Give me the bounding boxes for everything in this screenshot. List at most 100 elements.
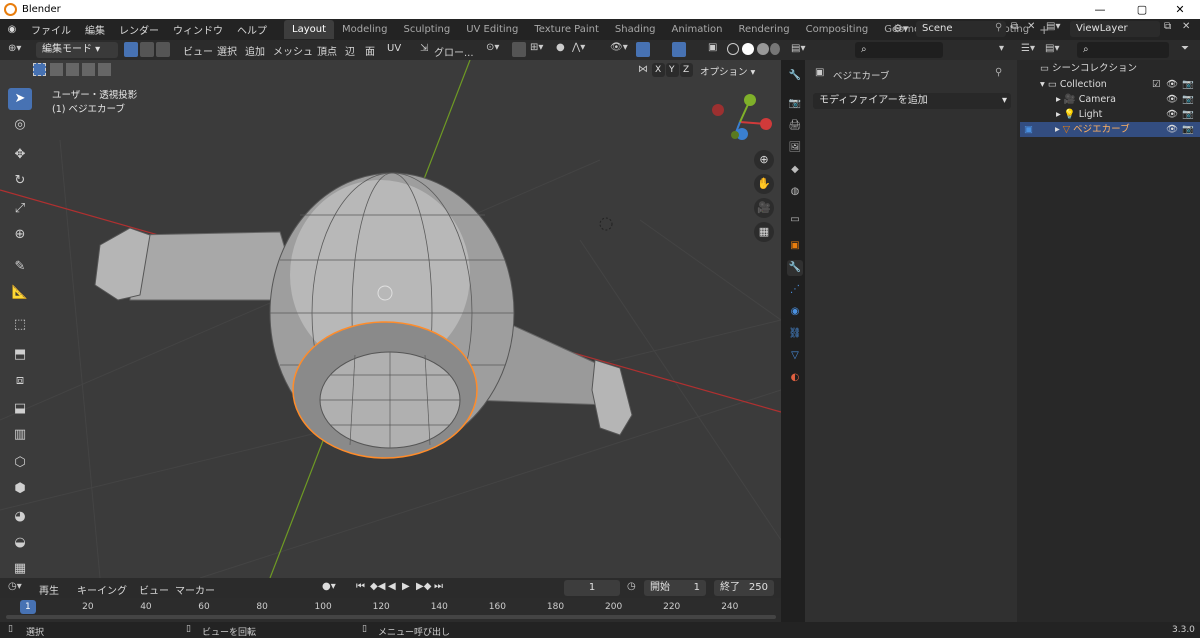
scene-icon[interactable]: ⚙▾ [893, 22, 908, 35]
snap-icon[interactable] [512, 42, 526, 57]
collection-row[interactable]: ▾ ▭ Collection ☑ 👁 📷 [1020, 77, 1200, 92]
camera-render-icon[interactable]: 📷 [1182, 92, 1194, 107]
expand-bezier-icon[interactable]: ▸ [1055, 124, 1060, 135]
menu-help[interactable]: ヘルプ [230, 22, 274, 37]
maximize-button[interactable]: ▢ [1122, 0, 1162, 19]
bezier-row[interactable]: ▣ ▸ ▽ ベジエカーブ 👁 📷 [1020, 122, 1200, 137]
pin-properties-icon[interactable]: ⚲ [995, 67, 1002, 78]
mirror-x-toggle[interactable]: X [652, 63, 665, 77]
camera-visibility-icon[interactable]: 👁 [1166, 92, 1178, 107]
tab-shading[interactable]: Shading [607, 20, 664, 39]
display-mode-icon[interactable]: ▤▾ [1045, 43, 1059, 54]
knife-tool-icon[interactable]: ⬡ [8, 452, 32, 474]
collection-render-icon[interactable]: 📷 [1182, 77, 1194, 92]
extrude-tool-icon[interactable]: ⬒ [8, 344, 32, 366]
start-frame-field[interactable]: 開始 1 [644, 580, 706, 596]
delete-scene-icon[interactable]: ✕ [1027, 21, 1035, 32]
mode-select[interactable]: 編集モード ▾ [36, 42, 118, 58]
smooth-tool-icon[interactable]: ◒ [8, 532, 32, 554]
menu-playback[interactable]: 再生 [32, 582, 66, 597]
filter-icon[interactable]: ⏷ [1181, 43, 1189, 54]
proportional-edit-icon[interactable]: ● [556, 42, 565, 53]
collection-checkbox[interactable]: ☑ [1152, 77, 1161, 92]
select-extend-icon[interactable] [50, 63, 63, 76]
select-box-mode-icon[interactable] [33, 63, 46, 76]
menu-uv[interactable]: UV [380, 43, 408, 54]
play-reverse-icon[interactable]: ◀ [388, 581, 396, 592]
scene-properties-icon[interactable]: ◆ [787, 162, 803, 178]
rendered-shading-icon[interactable] [770, 43, 780, 55]
new-view-layer-icon[interactable]: ⧉ [1164, 21, 1171, 32]
modifier-properties-icon[interactable]: 🔧 [787, 260, 803, 276]
expand-camera-icon[interactable]: ▸ [1056, 94, 1061, 105]
transform-tool-icon[interactable]: ⊕ [8, 224, 32, 246]
snap-target-icon[interactable]: ⊞▾ [530, 42, 543, 53]
tab-sculpting[interactable]: Sculpting [396, 20, 459, 39]
overlay-toggle-icon[interactable] [672, 42, 686, 57]
timeline-scrollbar[interactable] [6, 615, 776, 619]
face-select-icon[interactable] [156, 42, 170, 57]
camera-row[interactable]: ▸ 🎥 Camera 👁 📷 [1020, 92, 1200, 107]
annotate-tool-icon[interactable]: ✎ [8, 256, 32, 278]
gizmo-neg-y-icon[interactable] [731, 131, 739, 139]
gizmo-y-icon[interactable] [744, 94, 756, 106]
menu-window[interactable]: ウィンドウ [166, 22, 230, 37]
expand-light-icon[interactable]: ▸ [1056, 109, 1061, 120]
falloff-icon[interactable]: ⋀▾ [572, 42, 585, 53]
close-button[interactable]: ✕ [1160, 0, 1200, 19]
rotate-tool-icon[interactable]: ↻ [8, 170, 32, 192]
properties-editor-icon[interactable]: ▤▾ [791, 43, 805, 54]
jump-end-icon[interactable]: ⏭ [434, 581, 443, 592]
editor-type-icon[interactable]: ⊕▾ [8, 43, 21, 54]
menu-keying[interactable]: キーイング [70, 582, 134, 597]
jump-start-icon[interactable]: ⏮ [356, 581, 365, 592]
vertex-select-icon[interactable] [124, 42, 138, 57]
wireframe-shading-icon[interactable] [727, 43, 739, 55]
menu-render[interactable]: レンダー [112, 22, 166, 37]
menu-face[interactable]: 面 [358, 43, 382, 58]
menu-marker[interactable]: マーカー [168, 582, 222, 597]
light-row[interactable]: ▸ 💡 Light 👁 📷 [1020, 107, 1200, 122]
timeline-editor-icon[interactable]: ◷▾ [8, 581, 22, 592]
loop-cut-tool-icon[interactable]: ▥ [8, 424, 32, 446]
shear-tool-icon[interactable]: ▦ [8, 558, 32, 578]
bezier-render-icon[interactable]: 📷 [1182, 122, 1194, 137]
solid-shading-icon[interactable] [742, 43, 754, 55]
physics-properties-icon[interactable]: ◉ [787, 304, 803, 320]
menu-edit[interactable]: 編集 [78, 22, 112, 37]
mirror-z-toggle[interactable]: Z [680, 63, 693, 77]
pan-icon[interactable]: ✋ [754, 174, 774, 194]
bezier-visibility-icon[interactable]: 👁 [1166, 122, 1178, 137]
tab-texture-paint[interactable]: Texture Paint [526, 20, 607, 39]
visibility-icon[interactable]: 👁▾ [610, 42, 628, 53]
auto-keying-icon[interactable]: ●▾ [322, 581, 336, 592]
output-properties-icon[interactable]: 🖨 [787, 118, 803, 134]
scale-tool-icon[interactable]: ⤢ [8, 198, 32, 220]
spin-tool-icon[interactable]: ◕ [8, 506, 32, 528]
tab-rendering[interactable]: Rendering [731, 20, 798, 39]
properties-search[interactable]: ⌕ [855, 42, 943, 58]
new-scene-icon[interactable]: ⧉ [1011, 21, 1018, 32]
camera-view-icon[interactable]: 🎥 [754, 198, 774, 218]
render-properties-icon[interactable]: 📷 [787, 96, 803, 112]
view-layer-icon[interactable]: ▤▾ [1046, 21, 1060, 32]
transform-orientation-icon[interactable]: ⇲ [420, 43, 428, 54]
outliner-search[interactable]: ⌕ [1077, 42, 1169, 58]
current-frame-field[interactable]: 1 [564, 580, 620, 596]
pivot-icon[interactable]: ⊙▾ [486, 42, 499, 53]
tab-animation[interactable]: Animation [664, 20, 731, 39]
light-visibility-icon[interactable]: 👁 [1166, 107, 1178, 122]
bevel-tool-icon[interactable]: ⬓ [8, 398, 32, 420]
gizmo-x-icon[interactable] [760, 118, 772, 130]
tab-uv-editing[interactable]: UV Editing [458, 20, 526, 39]
collection-properties-icon[interactable]: ▭ [787, 212, 803, 228]
tab-modeling[interactable]: Modeling [334, 20, 396, 39]
preview-range-icon[interactable]: ◷ [627, 581, 636, 592]
next-keyframe-icon[interactable]: ▶◆ [416, 581, 431, 592]
gizmo-neg-x-icon[interactable] [712, 104, 724, 116]
pin-icon[interactable]: ⚲ [995, 22, 1002, 33]
move-tool-icon[interactable]: ✥ [8, 144, 32, 166]
end-frame-field[interactable]: 終了 250 [714, 580, 774, 596]
options-dropdown[interactable]: オプション ▾ [700, 64, 755, 78]
tab-layout[interactable]: Layout [284, 20, 334, 39]
